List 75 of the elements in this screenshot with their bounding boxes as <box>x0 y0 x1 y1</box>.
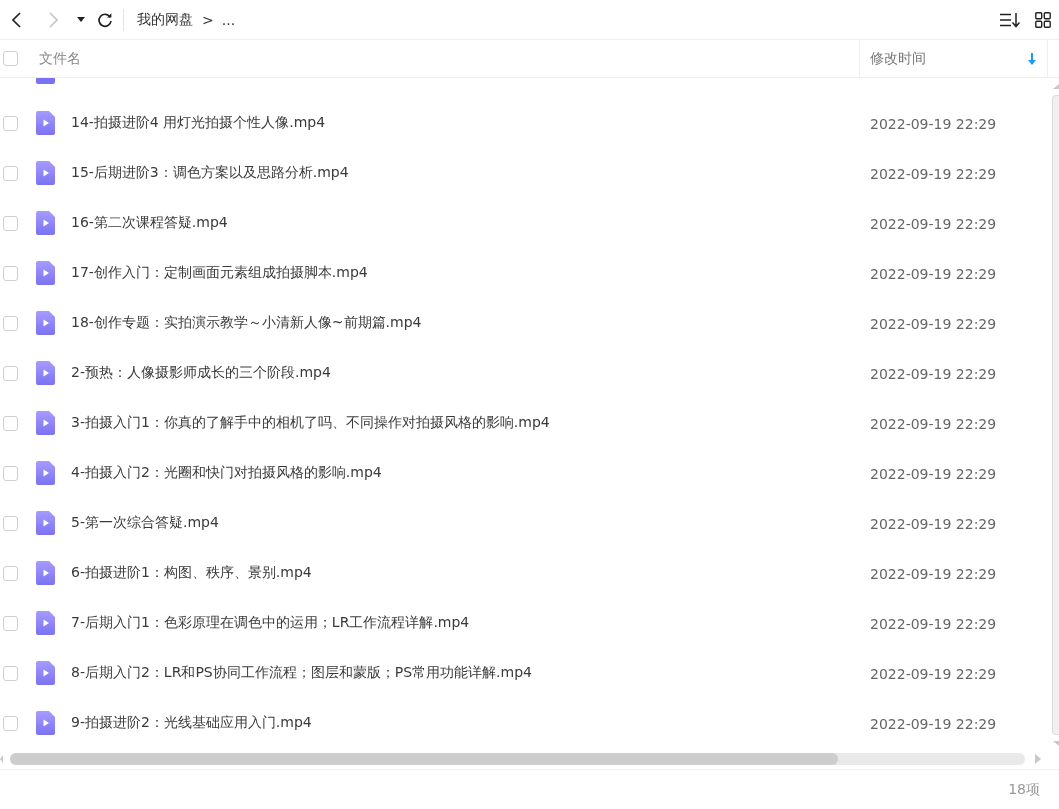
video-file-icon <box>36 411 55 435</box>
modified-time: 2022-09-19 22:29 <box>870 215 997 232</box>
triangle-down-icon <box>1052 741 1059 746</box>
modified-time: 2022-09-19 22:29 <box>870 265 997 282</box>
file-name[interactable]: 14-拍摄进阶4 用灯光拍摄个性人像.mp4 <box>71 114 326 132</box>
caret-down-icon <box>77 17 85 22</box>
video-file-icon <box>36 211 55 235</box>
video-file-icon <box>36 161 55 185</box>
breadcrumb-more-button[interactable]: ... <box>221 11 236 28</box>
column-label: 文件名 <box>39 49 81 68</box>
modified-time: 2022-09-19 22:29 <box>870 665 997 682</box>
file-name[interactable]: 9-拍摄进阶2：光线基础应用入门.mp4 <box>71 714 312 732</box>
horizontal-scrollbar-thumb[interactable] <box>10 752 838 765</box>
row-checkbox[interactable] <box>3 415 18 431</box>
grid-icon <box>1035 11 1051 28</box>
refresh-icon <box>97 11 113 28</box>
chevron-right-icon <box>48 11 58 28</box>
modified-time: 2022-09-19 22:29 <box>870 115 997 132</box>
video-file-icon <box>36 661 55 685</box>
item-count: 18项 <box>1008 780 1040 799</box>
file-name[interactable]: 2-预热：人像摄影师成长的三个阶段.mp4 <box>71 364 331 382</box>
video-file-icon <box>36 311 55 335</box>
select-all-checkbox[interactable] <box>3 51 18 66</box>
row-checkbox[interactable] <box>3 565 18 581</box>
column-header[interactable]: 修改时间 <box>860 40 1048 77</box>
file-name[interactable]: 4-拍摄入门2：光圈和快门对拍摄风格的影响.mp4 <box>71 464 382 482</box>
video-file-icon <box>36 711 55 735</box>
row-checkbox[interactable] <box>3 315 18 331</box>
row-checkbox[interactable] <box>3 465 18 481</box>
file-name[interactable]: 15-后期进阶3：调色方案以及思路分析.mp4 <box>71 164 349 182</box>
column-header[interactable]: 文件名 <box>36 40 860 77</box>
row-checkbox[interactable] <box>3 715 18 731</box>
row-checkbox[interactable] <box>3 115 18 131</box>
modified-time: 2022-09-19 22:29 <box>870 365 997 382</box>
file-name[interactable]: 7-后期入门1：色彩原理在调色中的运用；LR工作流程详解.mp4 <box>71 614 470 632</box>
file-name[interactable]: 17-创作入门：定制画面元素组成拍摄脚本.mp4 <box>71 264 368 282</box>
modified-time: 2022-09-19 22:29 <box>870 715 997 732</box>
modified-time: 2022-09-19 22:29 <box>870 615 997 632</box>
video-file-icon <box>36 78 55 84</box>
modified-time: 2022-09-19 22:29 <box>870 165 997 182</box>
video-file-icon <box>36 111 55 135</box>
sort-icon <box>1000 11 1020 28</box>
modified-time: 2022-09-19 22:29 <box>870 565 997 582</box>
horizontal-scrollbar[interactable] <box>10 752 1025 765</box>
video-file-icon <box>36 461 55 485</box>
triangle-left-icon <box>0 754 3 763</box>
file-name[interactable]: 6-拍摄进阶1：构图、秩序、景别.mp4 <box>71 564 312 582</box>
row-checkbox[interactable] <box>3 365 18 381</box>
breadcrumb-link[interactable]: 我的网盘 <box>137 10 193 29</box>
video-file-icon <box>36 611 55 635</box>
modified-time: 2022-09-19 22:29 <box>870 515 997 532</box>
triangle-right-icon <box>1035 753 1041 764</box>
row-checkbox[interactable] <box>3 215 18 231</box>
modified-time: 2022-09-19 22:29 <box>870 315 997 332</box>
file-name[interactable]: 3-拍摄入门1：你真的了解手中的相机了吗、不同操作对拍摄风格的影响.mp4 <box>71 414 550 432</box>
row-checkbox[interactable] <box>3 665 18 681</box>
modified-time: 2022-09-19 22:29 <box>870 415 997 432</box>
vertical-scrollbar-thumb[interactable] <box>1052 95 1059 735</box>
video-file-icon <box>36 261 55 285</box>
breadcrumb-separator: > <box>202 11 214 28</box>
column-label: 修改时间 <box>870 49 926 68</box>
video-file-icon <box>36 361 55 385</box>
chevron-left-icon <box>11 11 21 28</box>
file-name[interactable]: 18-创作专题：实拍演示教学～小清新人像~前期篇.mp4 <box>71 314 422 332</box>
row-checkbox[interactable] <box>3 615 18 631</box>
video-file-icon <box>36 561 55 585</box>
file-name[interactable]: 8-后期入门2：LR和PS协同工作流程；图层和蒙版；PS常用功能详解.mp4 <box>71 664 532 682</box>
modified-time: 2022-09-19 22:29 <box>870 465 997 482</box>
file-name[interactable]: 16-第二次课程答疑.mp4 <box>71 214 228 232</box>
row-checkbox[interactable] <box>3 515 18 531</box>
video-file-icon <box>36 511 55 535</box>
row-checkbox[interactable] <box>3 165 18 181</box>
file-name[interactable]: 5-第一次综合答疑.mp4 <box>71 514 219 532</box>
row-checkbox[interactable] <box>3 265 18 281</box>
triangle-up-icon <box>1052 84 1059 89</box>
